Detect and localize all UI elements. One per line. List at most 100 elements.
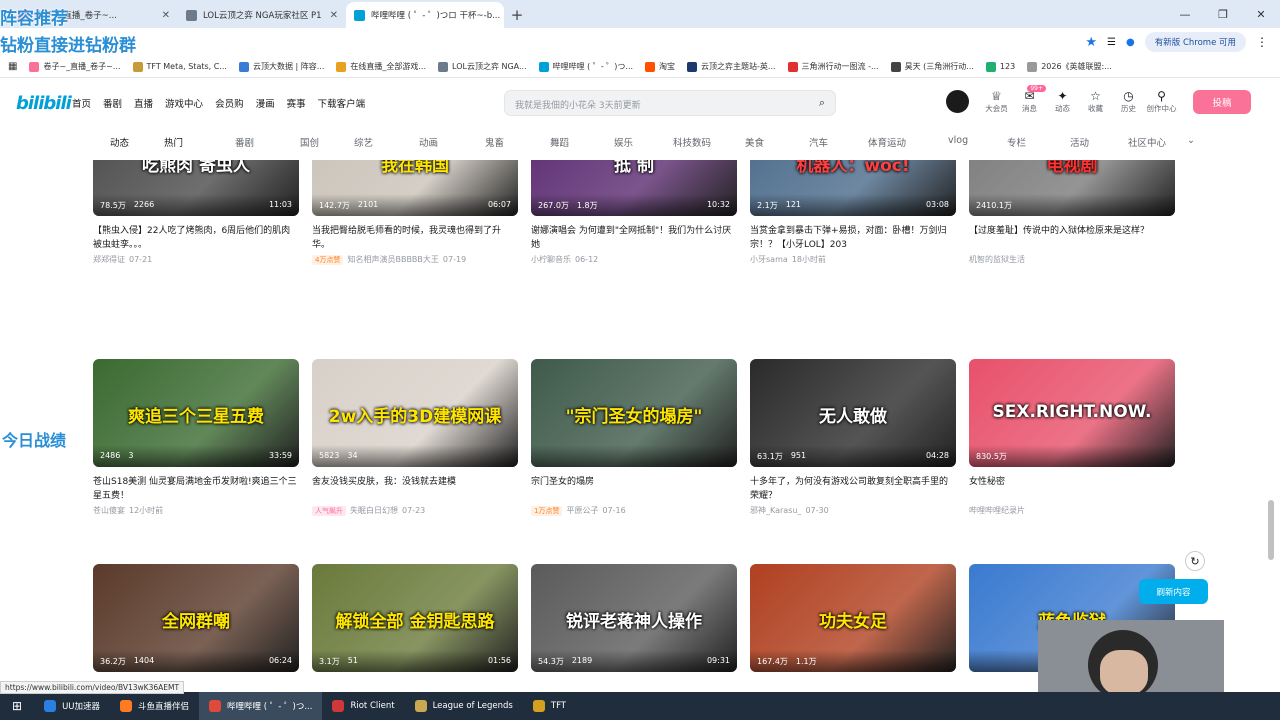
browser-tab[interactable]: LOL云顶之弈 NGA玩家社区 P1 ✕ [178,2,346,28]
channel-7[interactable]: 舞蹈 [550,135,569,149]
channel-14[interactable]: 专栏 [1007,135,1026,149]
apps-grid-icon[interactable]: ▦ [8,61,17,72]
nav-link-3[interactable]: 游戏中心 [165,96,203,110]
bookmark-item[interactable]: 哔哩哔哩 ( ゜- ゜)つ... [538,61,633,72]
user-menu-favorite[interactable]: ☆ 收藏 [1079,89,1112,114]
video-title[interactable]: 宗门圣女的塌房 [531,475,737,503]
bookmark-item[interactable]: 昊天 (三角洲行动... [890,61,974,72]
video-author[interactable]: 苍山傻宴 [93,505,125,516]
video-thumbnail[interactable]: 抵 制 267.0万 1.8万 10:32 [531,160,737,216]
taskbar-item[interactable]: 哔哩哔哩 ( ゜- ゜)つ... [199,692,323,720]
video-title[interactable]: 【过度羞耻】传说中的入狱体检原来是这样？ [969,224,1175,252]
bookmark-item[interactable]: 在线直播_全部游戏... [336,61,426,72]
video-card[interactable]: 锐评老蒋神人操作 54.3万 2189 09:31 [531,564,737,672]
video-card[interactable]: 机器人：woc! 2.1万 121 03:08 当赏金拿到暴击下弹+易损，对面：卧槽！万… [750,160,956,265]
video-thumbnail[interactable]: 锐评老蒋神人操作 54.3万 2189 09:31 [531,564,737,672]
minimize-icon[interactable]: — [1166,0,1204,28]
nav-link-2[interactable]: 直播 [134,96,153,110]
video-thumbnail[interactable]: 全网群嘲 36.2万 1404 06:24 [93,564,299,672]
user-menu-dynamic[interactable]: ✦ 动态 [1046,89,1079,114]
video-title[interactable]: 女性秘密 [969,475,1175,503]
video-card[interactable]: 2w入手的3D建模网课 5823 34 舍友没钱买皮肤，我：没钱就去建模 人气飙升 失眠白… [312,359,518,516]
close-window-icon[interactable]: ✕ [1242,0,1280,28]
taskbar-item[interactable]: TFT [523,692,576,720]
start-icon[interactable]: ⊞ [0,692,34,720]
bookmark-item[interactable]: 123 [985,61,1015,72]
channel-0[interactable]: 动态 [110,135,129,149]
video-thumbnail[interactable]: 我在韩国 142.7万 2101 06:07 [312,160,518,216]
video-card[interactable]: 无人敢做 63.1万 951 04:28 十多年了，为何没有游戏公司敢复刻全职高手里的荣… [750,359,956,516]
video-thumbnail[interactable]: 电视剧 2410.1万 [969,160,1175,216]
video-thumbnail[interactable]: 机器人：woc! 2.1万 121 03:08 [750,160,956,216]
bilibili-logo[interactable]: bilibili [16,93,72,114]
video-title[interactable]: 当我把臀给脱毛师看的时候，我灵魂也得到了升华。 [312,224,518,252]
video-thumbnail[interactable]: "宗门圣女的塌房" [531,359,737,467]
video-author[interactable]: 郑郑得证 [93,254,125,265]
channel-10[interactable]: 美食 [745,135,764,149]
channel-5[interactable]: 动画 [419,135,438,149]
video-author[interactable]: 小牙sama [750,254,788,265]
nav-link-4[interactable]: 会员购 [215,96,244,110]
bookmark-item[interactable]: 云顶大数据 | 阵容... [238,61,324,72]
bookmark-item[interactable]: LOL云顶之弈 NGA... [438,61,527,72]
rotate-icon[interactable]: ↻ [1185,551,1205,571]
video-card[interactable]: 解锁全部 金钥匙思路 3.1万 51 01:56 [312,564,518,672]
video-thumbnail[interactable]: 功夫女足 167.4万 1.1万 [750,564,956,672]
video-thumbnail[interactable]: 爽追三个三星五费 2486 3 33:59 [93,359,299,467]
video-card[interactable]: 抵 制 267.0万 1.8万 10:32 谢娜演唱会 为何遭到"全网抵制"！我们为什么… [531,160,737,265]
video-thumbnail[interactable]: 吃熊肉 寄虫人 78.5万 2266 11:03 [93,160,299,216]
video-thumbnail[interactable]: 无人敢做 63.1万 951 04:28 [750,359,956,467]
user-menu-vip[interactable]: ♕ 大会员 [980,89,1013,114]
video-thumbnail[interactable]: 2w入手的3D建模网课 5823 34 [312,359,518,467]
video-card[interactable]: "宗门圣女的塌房" 宗门圣女的塌房 1万点赞 平原公子 07-16 [531,359,737,516]
bookmark-star-icon[interactable]: ★ [1085,35,1097,50]
video-card[interactable]: 爽追三个三星五费 2486 3 33:59 苍山S18美测 仙灵宴局满地金币发财啦!爽追… [93,359,299,516]
bookmark-item[interactable]: TFT Meta, Stats, C... [132,61,227,72]
video-title[interactable]: 苍山S18美测 仙灵宴局满地金币发财啦!爽追三个三星五费！ [93,475,299,503]
user-menu-message[interactable]: ✉ 消息 99+ [1013,85,1046,114]
avatar[interactable] [946,90,969,113]
tab-close-icon[interactable]: ✕ [500,10,504,21]
video-author[interactable]: 机智的监狱生活 [969,254,1025,265]
channel-2[interactable]: 番剧 [235,135,254,149]
chevron-down-icon[interactable]: ⌄ [1187,135,1195,146]
video-title[interactable]: 谢娜演唱会 为何遭到"全网抵制"！我们为什么讨厌她 [531,224,737,252]
bookmark-item[interactable]: 卷子~_直播_卷子~... [29,61,121,72]
user-menu-history[interactable]: ◷ 历史 [1112,89,1145,114]
channel-11[interactable]: 汽车 [809,135,828,149]
video-title[interactable]: 十多年了，为何没有游戏公司敢复刻全职高手里的荣耀？ [750,475,956,503]
video-card[interactable]: 全网群嘲 36.2万 1404 06:24 [93,564,299,672]
media-icon[interactable]: ☰ [1107,37,1116,48]
channel-16[interactable]: 社区中心 [1128,135,1166,149]
nav-link-7[interactable]: 下载客户端 [318,96,366,110]
video-author[interactable]: 平原公子 [566,505,598,516]
channel-4[interactable]: 综艺 [354,135,373,149]
refresh-button[interactable]: 刷新内容 [1139,579,1208,604]
bookmark-item[interactable]: 云顶之弈主题站-英... [687,61,776,72]
video-thumbnail[interactable]: 解锁全部 金钥匙思路 3.1万 51 01:56 [312,564,518,672]
video-author[interactable]: 知名相声演员BBBBB大王 [347,254,438,265]
user-menu-creator[interactable]: ⚲ 创作中心 [1145,89,1178,114]
search-icon[interactable]: ⌕ [819,96,825,110]
video-title[interactable]: 【熊虫入侵】22人吃了烤熊肉，6周后他们的肌肉被虫蛀孪。。。 [93,224,299,252]
nav-link-0[interactable]: 首页 [72,96,91,110]
profile-icon[interactable]: ● [1126,37,1135,48]
video-card[interactable]: SEX.RIGHT.NOW. 830.5万 女性秘密 哔哩哔哩纪录片 [969,359,1175,516]
video-title[interactable]: 当赏金拿到暴击下弹+易损，对面：卧槽！万剑归宗！？【小牙LOL】203 [750,224,956,252]
video-author[interactable]: 小柠聊音乐 [531,254,571,265]
bookmark-item[interactable]: 淘宝 [645,61,675,72]
browser-tab[interactable]: 哔哩哔哩 ( ゜- ゜)つロ 干杯~-b...✕ [346,2,504,28]
video-card[interactable]: 吃熊肉 寄虫人 78.5万 2266 11:03 【熊虫入侵】22人吃了烤熊肉，6周后他… [93,160,299,265]
upload-button[interactable]: 投稿 [1193,90,1251,114]
new-tab-button[interactable]: + [504,2,530,28]
taskbar-item[interactable]: Riot Client [322,692,404,720]
video-card[interactable]: 我在韩国 142.7万 2101 06:07 当我把臀给脱毛师看的时候，我灵魂也得到了升… [312,160,518,265]
channel-8[interactable]: 娱乐 [614,135,633,149]
bookmark-item[interactable]: 三角洲行动一图流 -... [787,61,879,72]
restore-icon[interactable]: ❐ [1204,0,1242,28]
nav-link-1[interactable]: 番剧 [103,96,122,110]
bookmark-item[interactable]: 2026《英雄联盟:... [1027,61,1112,72]
nav-link-5[interactable]: 漫画 [256,96,275,110]
taskbar-item[interactable]: UU加速器 [34,692,110,720]
video-title[interactable]: 舍友没钱买皮肤，我：没钱就去建模 [312,475,518,503]
